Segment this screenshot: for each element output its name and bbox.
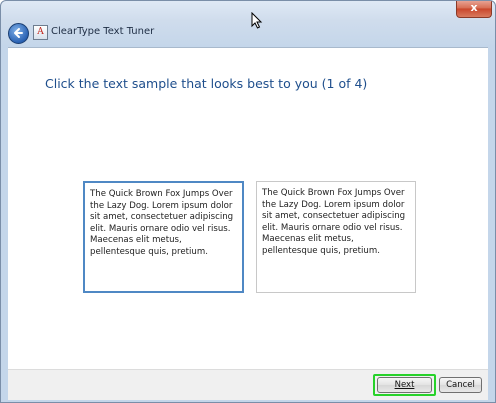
sample-1-text: The Quick Brown Fox Jumps Over the Lazy … — [90, 189, 234, 257]
cancel-button-label: Cancel — [446, 380, 475, 390]
next-button[interactable]: Next — [377, 377, 432, 393]
cancel-button[interactable]: Cancel — [439, 377, 482, 393]
cleartype-app-icon: A — [33, 25, 48, 40]
window-title: ClearType Text Tuner — [51, 26, 155, 37]
text-sample-1[interactable]: The Quick Brown Fox Jumps Over the Lazy … — [83, 181, 244, 293]
page-heading: Click the text sample that looks best to… — [45, 76, 368, 91]
back-arrow-icon — [14, 28, 23, 38]
cleartype-window: x A ClearType Text Tuner Click the text … — [0, 0, 496, 403]
sample-2-text: The Quick Brown Fox Jumps Over the Lazy … — [262, 188, 406, 256]
text-sample-2[interactable]: The Quick Brown Fox Jumps Over the Lazy … — [256, 181, 416, 293]
next-button-label: Next — [394, 380, 415, 390]
back-button[interactable] — [8, 23, 29, 44]
mouse-cursor-icon — [251, 12, 263, 29]
close-icon: x — [470, 1, 478, 14]
button-bar: Next Cancel — [8, 369, 488, 400]
main-content: Click the text sample that looks best to… — [8, 47, 488, 370]
close-button[interactable]: x — [456, 1, 492, 18]
